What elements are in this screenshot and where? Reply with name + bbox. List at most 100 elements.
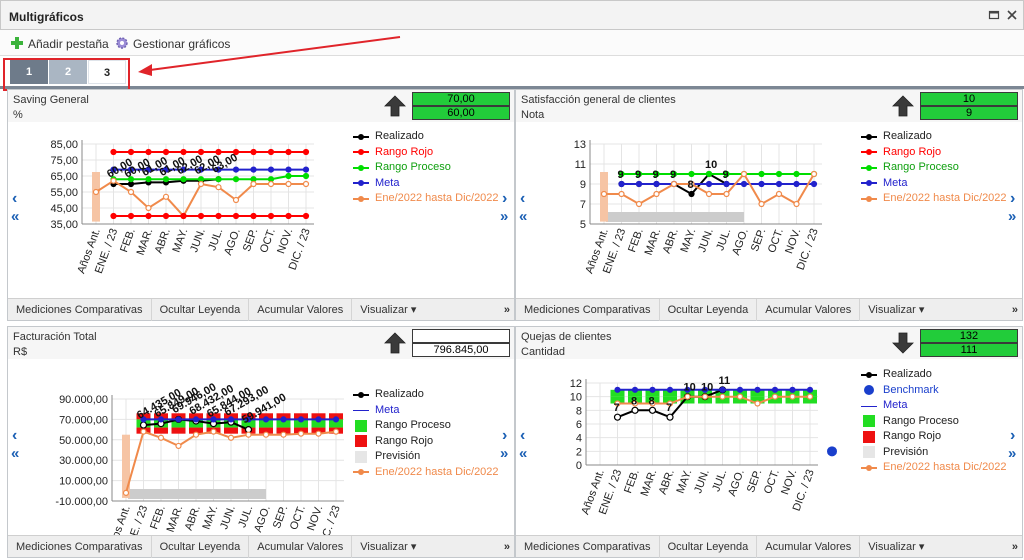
data-point xyxy=(793,200,800,208)
data-point xyxy=(775,180,783,188)
data-point xyxy=(192,431,200,438)
legend-label: Rango Rojo xyxy=(883,430,942,442)
compare-button[interactable]: Mediciones Comparativas xyxy=(516,298,660,321)
compare-button[interactable]: Mediciones Comparativas xyxy=(8,298,152,321)
more-options-icon[interactable]: » xyxy=(504,304,514,316)
legend-item[interactable]: Rango Proceso xyxy=(353,160,513,176)
value-box-top: 132 xyxy=(920,329,1018,343)
legend-item[interactable]: Previsión xyxy=(861,445,1021,461)
data-point xyxy=(192,416,200,423)
y-tick-label: 7 xyxy=(580,199,586,211)
legend-label: Rango Proceso xyxy=(883,414,959,427)
legend-item[interactable]: Meta xyxy=(353,403,513,419)
data-point xyxy=(771,386,779,393)
visualize-dropdown[interactable]: Visualizar ▾ xyxy=(860,299,932,321)
legend-item[interactable]: Ene/2022 hasta Dic/2022 xyxy=(353,191,513,207)
data-label: 8 xyxy=(631,395,637,407)
data-point xyxy=(775,190,783,198)
data-point xyxy=(140,428,147,435)
x-tick-label: ABR. xyxy=(661,227,681,255)
data-point xyxy=(175,416,182,423)
data-point xyxy=(267,166,275,173)
more-options-icon[interactable]: » xyxy=(504,541,514,553)
y-tick-label: 0 xyxy=(576,460,582,472)
data-point xyxy=(285,148,292,156)
legend-marker-icon xyxy=(861,463,877,473)
legend-item[interactable]: Realizado xyxy=(353,129,513,145)
data-point xyxy=(110,212,117,220)
previous-years-bar xyxy=(122,434,130,498)
legend-item[interactable]: Rango Proceso xyxy=(353,418,513,434)
compare-button[interactable]: Mediciones Comparativas xyxy=(516,535,660,558)
data-point xyxy=(332,416,340,423)
hide-legend-button[interactable]: Ocultar Leyenda xyxy=(660,298,758,321)
visualize-dropdown[interactable]: Visualizar ▾ xyxy=(860,536,932,558)
accumulate-button[interactable]: Acumular Valores xyxy=(757,298,861,321)
legend-item[interactable]: Rango Rojo xyxy=(861,429,1021,445)
last-arrow-icon[interactable]: » xyxy=(1008,209,1016,224)
compare-button[interactable]: Mediciones Comparativas xyxy=(8,535,152,558)
legend-item[interactable]: Realizado xyxy=(861,367,1021,383)
legend-item[interactable]: Benchmark xyxy=(861,383,1021,399)
x-tick-label: ABR. xyxy=(153,227,173,255)
data-point xyxy=(332,428,340,435)
x-tick-label: AGO. xyxy=(222,227,243,257)
line-chart: 1311975Años Ant.ENE. / 23FEB.MAR.ABR.MAY… xyxy=(574,139,822,275)
data-point xyxy=(302,212,310,220)
more-options-icon[interactable]: » xyxy=(1012,541,1022,553)
data-point xyxy=(227,434,235,441)
legend-item[interactable]: Meta xyxy=(861,398,1021,414)
legend-item[interactable]: Rango Proceso xyxy=(861,160,1021,176)
accumulate-button[interactable]: Acumular Valores xyxy=(249,298,353,321)
data-label: 10 xyxy=(684,382,696,394)
hide-legend-button[interactable]: Ocultar Leyenda xyxy=(660,535,758,558)
legend-marker-icon xyxy=(861,415,877,428)
data-point xyxy=(635,180,643,188)
panel-footer: Mediciones Comparativas Ocultar Leyenda … xyxy=(8,298,514,321)
legend-item[interactable]: Previsión xyxy=(353,449,513,465)
accumulate-button[interactable]: Acumular Valores xyxy=(757,535,861,558)
legend-item[interactable]: Rango Rojo xyxy=(861,145,1021,161)
chart-panel-3: Facturación Total R$ 796.845,00 ‹ « › » … xyxy=(7,326,515,558)
hide-legend-button[interactable]: Ocultar Leyenda xyxy=(152,535,250,558)
legend-item[interactable]: Rango Rojo xyxy=(353,145,513,161)
visualize-dropdown[interactable]: Visualizar ▾ xyxy=(352,536,424,558)
legend-item[interactable]: Ene/2022 hasta Dic/2022 xyxy=(861,460,1021,476)
data-point xyxy=(210,428,217,435)
visualize-dropdown[interactable]: Visualizar ▾ xyxy=(352,299,424,321)
legend-marker-icon xyxy=(861,132,877,142)
legend-item[interactable]: Meta xyxy=(353,176,513,192)
legend-label: Meta xyxy=(883,399,908,411)
legend-label: Ene/2022 hasta Dic/2022 xyxy=(375,192,499,204)
legend-label: Meta xyxy=(883,176,908,189)
data-point xyxy=(232,176,240,183)
y-tick-label: 2 xyxy=(576,446,582,458)
more-options-icon[interactable]: » xyxy=(1012,304,1022,316)
legend-item[interactable]: Ene/2022 hasta Dic/2022 xyxy=(353,465,513,481)
legend-item[interactable]: Realizado xyxy=(861,129,1021,145)
y-tick-label: 13 xyxy=(574,139,586,151)
data-point xyxy=(267,180,275,188)
legend-marker-icon xyxy=(353,178,369,188)
x-tick-label: JUN. xyxy=(188,227,208,254)
y-tick-label: 35,00 xyxy=(50,219,78,231)
data-point xyxy=(92,188,100,196)
legend-item[interactable]: Realizado xyxy=(353,387,513,403)
last-arrow-icon[interactable]: » xyxy=(500,209,508,224)
legend-item[interactable]: Rango Rojo xyxy=(353,434,513,450)
hide-legend-button[interactable]: Ocultar Leyenda xyxy=(152,298,250,321)
legend-item[interactable]: Rango Proceso xyxy=(861,414,1021,430)
data-point xyxy=(145,148,152,156)
data-point xyxy=(688,190,695,198)
x-tick-label: AGO. xyxy=(726,468,747,498)
data-label: 7 xyxy=(614,402,620,414)
y-tick-label: 9 xyxy=(580,179,586,191)
data-point xyxy=(705,190,713,198)
accumulate-button[interactable]: Acumular Valores xyxy=(249,535,353,558)
legend-item[interactable]: Meta xyxy=(861,176,1021,192)
legend-label: Realizado xyxy=(375,130,424,142)
data-point xyxy=(705,170,713,178)
y-tick-label: 75,00 xyxy=(50,155,78,167)
legend-item[interactable]: Ene/2022 hasta Dic/2022 xyxy=(861,191,1021,207)
data-point xyxy=(250,148,257,156)
